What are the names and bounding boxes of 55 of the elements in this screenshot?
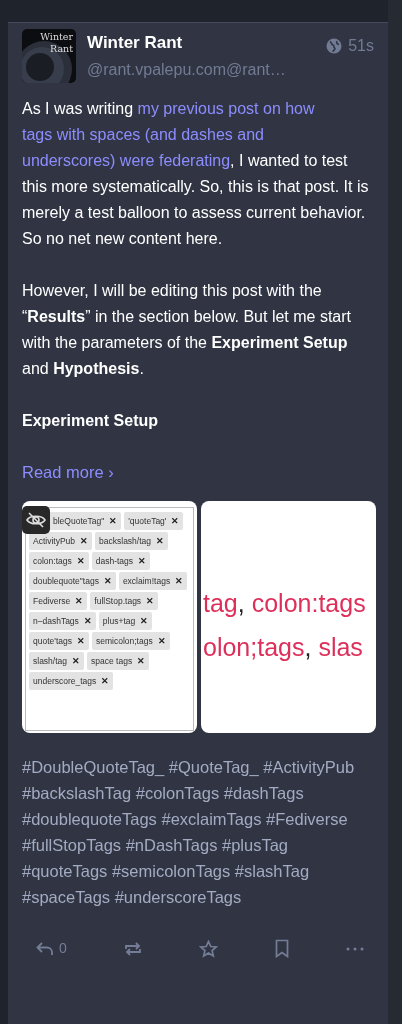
hashtag-link[interactable]: #dashTags <box>223 784 304 802</box>
more-icon <box>346 946 364 951</box>
screenshot-text: tag, colon:tags <box>203 588 366 619</box>
hashtag-link[interactable]: #backslashTag <box>22 784 132 802</box>
post-paragraph: As I was writing my previous post on how tags with spaces (and dashes and underscores) were federating, I wanted to test this more systematically. So, this is that post. It is merely a test balloon to assess current behavior. So no net new content here. <box>22 99 370 249</box>
tag-chip: dash-tags ✕ <box>91 552 151 570</box>
read-more-link[interactable]: Read more › <box>22 460 114 485</box>
post-paragraph: Experiment Setup <box>22 411 160 431</box>
reply-icon <box>36 940 54 957</box>
hide-media-button[interactable] <box>22 506 50 534</box>
hashtag-link[interactable]: #doublequoteTags <box>22 810 157 828</box>
reply-button[interactable]: 0 <box>34 936 69 961</box>
tag-chip: colon:tags ✕ <box>29 552 89 570</box>
tag-chip: fullStop.tags ✕ <box>90 592 159 610</box>
hashtag-link[interactable]: #semicolonTags <box>111 862 231 880</box>
account-handle: @rant.vpalepu.com@rant… <box>87 60 286 80</box>
hashtag-link[interactable]: #ActivityPub <box>263 758 355 776</box>
screenshot-text: olon;tags, slas <box>203 632 364 663</box>
hashtag-link[interactable]: #fullStopTags <box>22 836 122 854</box>
hashtag-link[interactable]: #nDashTags <box>125 836 218 854</box>
eye-off-icon <box>26 512 46 528</box>
post-link[interactable]: tags with spaces (and dashes and <box>22 126 264 143</box>
tag-chip: space tags ✕ <box>87 652 150 670</box>
post-time[interactable]: 51s <box>348 34 374 58</box>
post-paragraph: However, I will be editing this post with the “Results” in the section below. But let me start with the parameters of the Experiment Setup and Hypothesis. <box>22 281 353 379</box>
tag-chip: Fediverse ✕ <box>29 592 88 610</box>
tag-chip: ActivityPub ✕ <box>29 532 93 550</box>
tag-chip: exclaim!tags ✕ <box>118 572 188 590</box>
tag-chip: n–dashTags ✕ <box>29 612 96 630</box>
hashtag-link[interactable]: #Fediverse <box>266 810 348 828</box>
hashtag-link[interactable]: #spaceTags <box>22 888 111 906</box>
hashtag-link[interactable]: #underscoreTags <box>114 888 242 906</box>
hashtag-link[interactable]: #colonTags <box>135 784 220 802</box>
tag-chip: slash/tag ✕ <box>29 652 85 670</box>
hashtag-link[interactable]: #quoteTags <box>22 862 108 880</box>
tag-chip: quote'tags ✕ <box>29 632 89 650</box>
avatar[interactable]: Winter Rant <box>22 29 76 83</box>
repeat-icon <box>123 939 142 958</box>
hashtag-link[interactable]: #QuoteTag_ <box>168 758 259 776</box>
post-link[interactable]: my previous post on how <box>137 100 315 117</box>
display-name[interactable]: Winter Rant <box>87 32 286 54</box>
hashtag-link[interactable]: #exclaimTags <box>161 810 262 828</box>
tag-chip: underscore_tags ✕ <box>29 672 114 690</box>
tag-chip: 'quoteTag' ✕ <box>124 512 184 530</box>
post-link[interactable]: underscores) were federating <box>22 152 231 169</box>
bookmark-icon <box>274 939 289 958</box>
attached-screenshot[interactable]: tag, colon:tags olon;tags, slas <box>201 501 376 733</box>
hashtag-link[interactable]: #plusTag <box>222 836 289 854</box>
tag-chip: semicolon;tags ✕ <box>91 632 170 650</box>
hashtag-link[interactable]: #DoubleQuoteTag_ <box>22 758 165 776</box>
tag-chip: doublequote"tags ✕ <box>29 572 116 590</box>
tag-chip: backslash/tag ✕ <box>95 532 169 550</box>
tag-chip: plus+tag ✕ <box>98 612 153 630</box>
hashtag-link[interactable]: #slashTag <box>234 862 310 880</box>
star-icon <box>198 939 218 958</box>
